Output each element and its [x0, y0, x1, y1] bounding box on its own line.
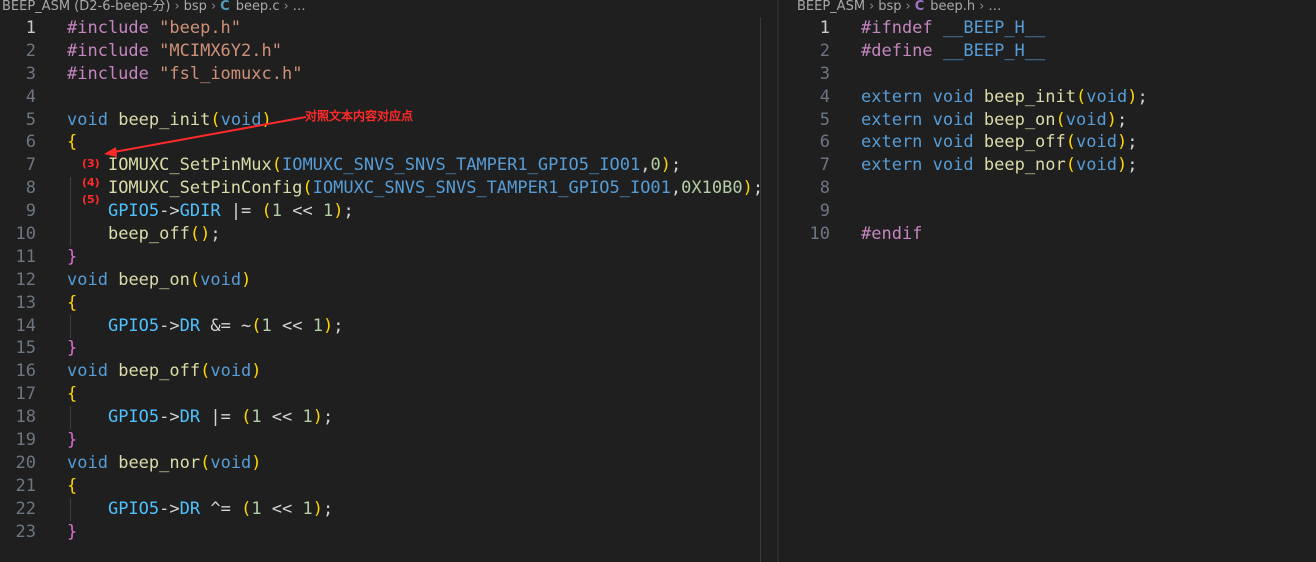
line-number: 3	[819, 63, 830, 84]
code-text[interactable]: #ifndef __BEEP_H__	[861, 17, 1045, 40]
line-number: 8	[819, 178, 830, 199]
chevron-right-icon: ›	[979, 0, 985, 14]
line-number: 4	[819, 86, 830, 107]
chevron-right-icon: ›	[869, 0, 875, 14]
chevron-right-icon: ›	[905, 0, 911, 14]
code-line[interactable]: 9	[779, 200, 1316, 223]
code-line[interactable]: 4 extern void beep_init(void);	[779, 86, 1316, 109]
line-number: 10	[809, 224, 830, 245]
line-number: 6	[819, 132, 830, 153]
breadcrumb-file[interactable]: beep.h	[930, 0, 975, 14]
line-number: 5	[819, 109, 830, 130]
code-line[interactable]: 1 #ifndef __BEEP_H__	[779, 17, 1316, 40]
breadcrumb: BEEP_ASM › bsp › Cbeep.h ›…	[797, 0, 1001, 17]
code-line[interactable]: 10 #endif	[779, 223, 1316, 246]
left-editor-pane[interactable]: BEEP_ASM (D2-6-beep-分) › bsp › Cbeep.c ›… 1 #i…	[0, 0, 777, 562]
code-text[interactable]: extern void beep_init(void);	[861, 86, 1148, 109]
breadcrumb-project[interactable]: BEEP_ASM	[797, 0, 865, 14]
header-file-icon: C	[914, 0, 925, 14]
code-text[interactable]: extern void beep_nor(void);	[861, 154, 1137, 177]
line-number: 1	[819, 18, 830, 38]
annotation-arrow	[104, 116, 307, 157]
code-line[interactable]: 2 #define __BEEP_H__	[779, 40, 1316, 63]
breadcrumb-folder[interactable]: bsp	[878, 0, 901, 14]
code-text[interactable]: #endif	[861, 223, 922, 246]
code-line[interactable]: 6 extern void beep_off(void);	[779, 131, 1316, 154]
line-number: 2	[819, 40, 830, 61]
code-line[interactable]: 8	[779, 177, 1316, 200]
code-text[interactable]: extern void beep_off(void);	[861, 131, 1137, 154]
line-number: 7	[819, 155, 830, 176]
code-text[interactable]: #define __BEEP_H__	[861, 40, 1045, 63]
breadcrumb-more[interactable]: …	[988, 0, 1001, 14]
code-text[interactable]: extern void beep_on(void);	[861, 109, 1127, 132]
line-number: 9	[819, 201, 830, 222]
code-line[interactable]: 7 extern void beep_nor(void);	[779, 154, 1316, 177]
code-line[interactable]: 5 extern void beep_on(void);	[779, 109, 1316, 132]
right-editor-pane[interactable]: BEEP_ASM › bsp › Cbeep.h ›… 1 #ifndef __BEEP_H…	[779, 0, 1316, 562]
code-line[interactable]: 3	[779, 63, 1316, 86]
code-editor[interactable]: 1 #ifndef __BEEP_H__ 2 #define __BEEP_H__ 3 4…	[779, 17, 1316, 246]
